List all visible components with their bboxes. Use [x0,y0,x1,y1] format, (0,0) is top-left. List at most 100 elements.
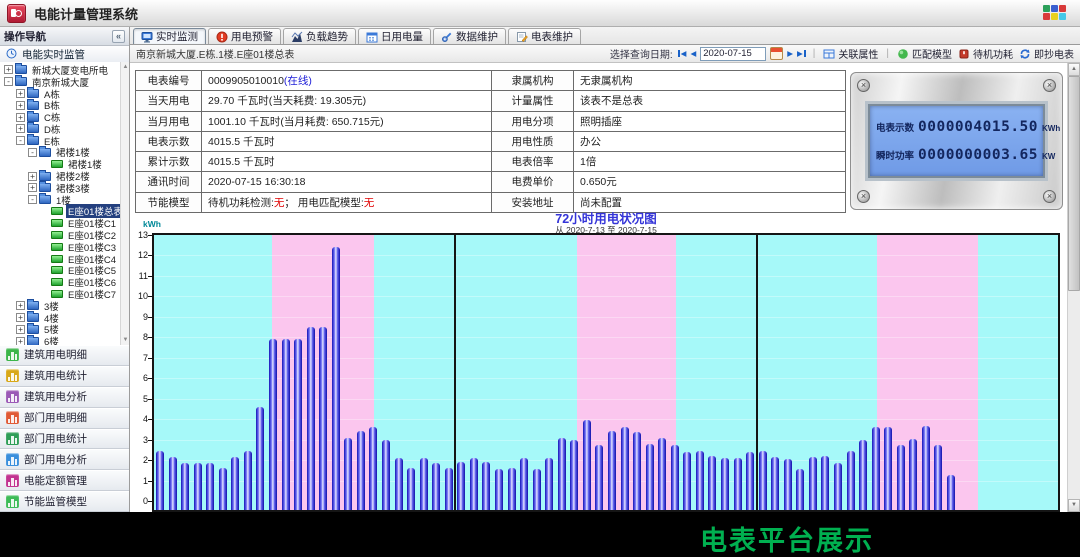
tree-expander-icon[interactable]: + [4,65,13,74]
chart-gridline [154,419,1058,420]
chart-bar [269,339,277,510]
tab-电表维护[interactable]: 电表维护 [508,28,581,44]
leaf-icon [51,231,63,239]
scroll-down-icon[interactable]: ▼ [1068,499,1080,512]
folder-icon [39,183,51,192]
lcd-power-value: 0000000003.65 [918,147,1038,163]
info-label: 电表示数 [136,132,202,152]
tab-label: 用电预警 [231,29,273,44]
chart-y-tick-label: 2 [130,455,148,465]
tab-实时监测[interactable]: 实时监测 [133,28,206,44]
info-value: 29.70 千瓦时(当天耗费: 19.305元) [202,91,492,111]
chart-bar [344,438,352,511]
button-label: 匹配模型 [912,46,952,61]
sidebar-item-建筑用电明细[interactable]: 建筑用电明细 [0,345,130,366]
button-即抄电表[interactable]: 即抄电表 [1019,46,1074,61]
chart-bar [746,452,754,510]
sidebar-item-建筑用电统计[interactable]: 建筑用电统计 [0,366,130,387]
sidebar-item-建筑用电分析[interactable]: 建筑用电分析 [0,387,130,408]
tree-scrollbar[interactable]: ▲ ▼ [120,62,129,345]
button-待机功耗[interactable]: 待机功耗 [958,46,1013,61]
first-date-button[interactable]: ◀ [677,49,687,58]
last-date-button[interactable]: ▶ [797,49,807,58]
leaf-icon [51,266,63,274]
calendar-picker-icon[interactable] [770,47,783,60]
chart-y-axis-unit: kWh [143,219,161,229]
scrollbar-thumb[interactable] [1068,76,1080,291]
tree-expander-icon[interactable]: + [16,301,25,310]
tree-scroll-down-icon[interactable]: ▼ [122,336,129,344]
lcd-reading-value: 0000004015.50 [918,119,1038,135]
sidebar-item-部门用电统计[interactable]: 部门用电统计 [0,429,130,450]
chart-bar [206,463,214,510]
standby-icon [958,48,970,60]
chart-bar [721,458,729,510]
button-匹配模型[interactable]: 匹配模型 [897,46,952,61]
tree-scroll-up-icon[interactable]: ▲ [122,63,129,71]
meter-edit-icon [516,31,528,43]
tree-expander-icon[interactable]: - [4,77,13,86]
chart-bar [595,445,603,510]
tree-expander-icon[interactable]: + [16,325,25,334]
tree-expander-icon[interactable]: + [16,101,25,110]
tab-label: 日用电量 [381,29,423,44]
tree-expander-icon[interactable]: + [28,172,37,181]
chart-gridline [154,378,1058,379]
chart-bar [696,451,704,510]
tree-expander-icon[interactable]: + [16,113,25,122]
folder-icon [27,301,39,310]
refresh-icon [1019,48,1031,60]
chart-bar [319,327,327,510]
chart-bar [231,457,239,510]
tree-expander-icon[interactable]: + [16,313,25,322]
prev-date-button[interactable]: ◀ [690,49,696,58]
chart-bars-icon [6,411,19,424]
sidebar-item-节能监管模型[interactable]: 节能监管模型 [0,491,130,512]
tab-日用电量[interactable]: 日用电量 [358,28,431,44]
chart-bar [558,438,566,511]
query-date-input[interactable] [700,47,766,61]
sidebar: 操作导航 « 电能实时监管 +新城大厦变电所电-南京新城大厦+A栋+B栋+C栋+… [0,27,130,512]
chart-bar [545,458,553,510]
leaf-icon [51,207,63,215]
sidebar-item-电能定额管理[interactable]: 电能定额管理 [0,470,130,491]
tree-expander-icon[interactable]: - [28,148,37,157]
folder-icon [27,124,39,133]
lcd-screen: 电表示数 0000004015.50 KWh 瞬时功率 0000000003.6… [868,104,1045,178]
chart-bar [759,451,767,510]
chart-gridline [154,358,1058,359]
app-logo-icon [7,4,26,23]
apps-grid-icon[interactable] [1043,5,1066,20]
tree-expander-icon[interactable]: + [16,337,25,345]
next-date-button[interactable]: ▶ [787,49,793,58]
chart-bar [583,420,591,510]
sidebar-item-label: 建筑用电统计 [24,368,87,383]
tab-负载趋势[interactable]: 负载趋势 [283,28,356,44]
info-value: 4015.5 千瓦时 [202,132,492,152]
tab-label: 电表维护 [531,29,573,44]
tab-数据维护[interactable]: 数据维护 [433,28,506,44]
button-关联属性[interactable]: 关联属性 [823,46,878,61]
tree-item-6楼[interactable]: +6楼 [0,335,121,345]
sidebar-item-label: 节能监管模型 [24,494,87,509]
trend-icon [291,31,303,43]
tab-用电预警[interactable]: 用电预警 [208,28,281,44]
chart-bar [369,427,377,510]
tree-expander-icon[interactable]: - [28,195,37,204]
info-label: 当月用电 [136,112,202,132]
info-label: 电表倍率 [492,152,574,172]
tree-expander-icon[interactable]: + [16,89,25,98]
sidebar-item-部门用电明细[interactable]: 部门用电明细 [0,408,130,429]
chart-bar [420,458,428,510]
tree-expander-icon[interactable]: + [28,183,37,192]
chart-bar [771,457,779,510]
content-scrollbar[interactable]: ▲ ▼ [1067,63,1080,512]
tree-expander-icon[interactable]: + [16,124,25,133]
tree-expander-icon[interactable]: - [16,136,25,145]
scroll-up-icon[interactable]: ▲ [1068,63,1080,76]
sidebar-collapse-button[interactable]: « [112,30,125,43]
chart-bar [332,247,340,510]
info-label: 通讯时间 [136,172,202,192]
folder-icon [27,113,39,122]
sidebar-item-部门用电分析[interactable]: 部门用电分析 [0,449,130,470]
